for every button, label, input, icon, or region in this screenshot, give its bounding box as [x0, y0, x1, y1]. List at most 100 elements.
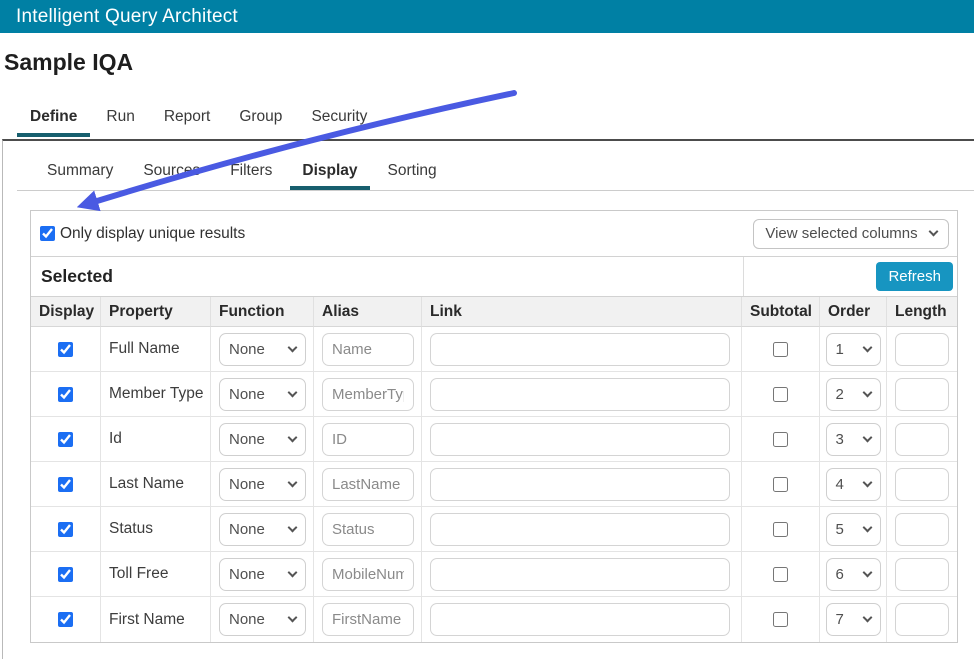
- subtotal-checkbox[interactable]: [773, 342, 788, 357]
- function-select-value: None: [229, 431, 265, 448]
- page-title: Sample IQA: [4, 49, 133, 76]
- table-row-order-cell: 2: [820, 372, 887, 417]
- subtotal-checkbox[interactable]: [773, 567, 788, 582]
- length-input[interactable]: [895, 333, 949, 366]
- table-row-link-cell: [422, 417, 742, 462]
- length-input[interactable]: [895, 513, 949, 546]
- order-select[interactable]: 6: [826, 558, 881, 591]
- tab-report[interactable]: Report: [164, 105, 211, 129]
- order-select-value: 5: [836, 521, 844, 538]
- columns-table: DisplayPropertyFunctionAliasLinkSubtotal…: [31, 297, 957, 642]
- property-label: Last Name: [101, 462, 211, 507]
- column-header-order: Order: [820, 297, 887, 327]
- property-label: Full Name: [101, 327, 211, 372]
- table-row-alias-cell: [314, 462, 422, 507]
- order-select[interactable]: 1: [826, 333, 881, 366]
- table-row-order-cell: 3: [820, 417, 887, 462]
- refresh-button[interactable]: Refresh: [876, 262, 953, 291]
- alias-input[interactable]: [322, 423, 414, 456]
- order-select[interactable]: 4: [826, 468, 881, 501]
- alias-input[interactable]: [322, 603, 414, 636]
- table-row-alias-cell: [314, 552, 422, 597]
- link-input[interactable]: [430, 603, 730, 636]
- function-select[interactable]: None: [219, 423, 306, 456]
- display-checkbox[interactable]: [58, 342, 73, 357]
- subtab-sorting[interactable]: Sorting: [388, 159, 437, 183]
- order-select[interactable]: 3: [826, 423, 881, 456]
- order-select[interactable]: 7: [826, 603, 881, 636]
- function-select[interactable]: None: [219, 333, 306, 366]
- table-row-function-cell: None: [211, 417, 314, 462]
- subtotal-checkbox[interactable]: [773, 387, 788, 402]
- table-row-display-cell: [31, 417, 101, 462]
- display-checkbox[interactable]: [58, 522, 73, 537]
- chevron-down-icon: [862, 432, 872, 442]
- function-select[interactable]: None: [219, 603, 306, 636]
- function-select-value: None: [229, 611, 265, 628]
- length-input[interactable]: [895, 423, 949, 456]
- subtotal-checkbox[interactable]: [773, 432, 788, 447]
- order-select[interactable]: 5: [826, 513, 881, 546]
- display-checkbox[interactable]: [58, 387, 73, 402]
- display-checkbox[interactable]: [58, 612, 73, 627]
- link-input[interactable]: [430, 378, 730, 411]
- order-select-value: 6: [836, 566, 844, 583]
- column-header-length: Length: [887, 297, 957, 327]
- chevron-down-icon: [288, 613, 298, 623]
- subtab-sources[interactable]: Sources: [143, 159, 200, 183]
- table-row-alias-cell: [314, 372, 422, 417]
- table-row-link-cell: [422, 507, 742, 552]
- view-columns-dropdown[interactable]: View selected columns: [753, 219, 949, 249]
- subtotal-checkbox[interactable]: [773, 612, 788, 627]
- property-label: Toll Free: [101, 552, 211, 597]
- table-row-order-cell: 4: [820, 462, 887, 507]
- table-row-alias-cell: [314, 597, 422, 642]
- display-checkbox[interactable]: [58, 432, 73, 447]
- subtab-display[interactable]: Display: [302, 159, 357, 183]
- order-select[interactable]: 2: [826, 378, 881, 411]
- tab-security[interactable]: Security: [311, 105, 367, 129]
- function-select[interactable]: None: [219, 558, 306, 591]
- link-input[interactable]: [430, 333, 730, 366]
- link-input[interactable]: [430, 468, 730, 501]
- table-row-function-cell: None: [211, 507, 314, 552]
- table-row-order-cell: 5: [820, 507, 887, 552]
- chevron-down-icon: [288, 477, 298, 487]
- length-input[interactable]: [895, 603, 949, 636]
- order-select-value: 1: [836, 341, 844, 358]
- subtotal-checkbox[interactable]: [773, 522, 788, 537]
- function-select[interactable]: None: [219, 513, 306, 546]
- unique-results-checkbox[interactable]: [40, 226, 55, 241]
- function-select[interactable]: None: [219, 378, 306, 411]
- length-input[interactable]: [895, 558, 949, 591]
- table-row-alias-cell: [314, 327, 422, 372]
- length-input[interactable]: [895, 378, 949, 411]
- alias-input[interactable]: [322, 468, 414, 501]
- table-row-display-cell: [31, 462, 101, 507]
- display-checkbox[interactable]: [58, 567, 73, 582]
- alias-input[interactable]: [322, 378, 414, 411]
- table-row-length-cell: [887, 507, 957, 552]
- column-header-function: Function: [211, 297, 314, 327]
- alias-input[interactable]: [322, 513, 414, 546]
- link-input[interactable]: [430, 423, 730, 456]
- function-select[interactable]: None: [219, 468, 306, 501]
- table-row-link-cell: [422, 597, 742, 642]
- tab-group[interactable]: Group: [239, 105, 282, 129]
- subtab-summary[interactable]: Summary: [47, 159, 113, 183]
- table-row-display-cell: [31, 597, 101, 642]
- tab-define[interactable]: Define: [30, 105, 77, 129]
- subtab-filters[interactable]: Filters: [230, 159, 272, 183]
- tab-run[interactable]: Run: [106, 105, 134, 129]
- link-input[interactable]: [430, 558, 730, 591]
- subtotal-checkbox[interactable]: [773, 477, 788, 492]
- display-checkbox[interactable]: [58, 477, 73, 492]
- function-select-value: None: [229, 476, 265, 493]
- link-input[interactable]: [430, 513, 730, 546]
- function-select-value: None: [229, 521, 265, 538]
- alias-input[interactable]: [322, 558, 414, 591]
- length-input[interactable]: [895, 468, 949, 501]
- property-label: Id: [101, 417, 211, 462]
- chevron-down-icon: [862, 477, 872, 487]
- alias-input[interactable]: [322, 333, 414, 366]
